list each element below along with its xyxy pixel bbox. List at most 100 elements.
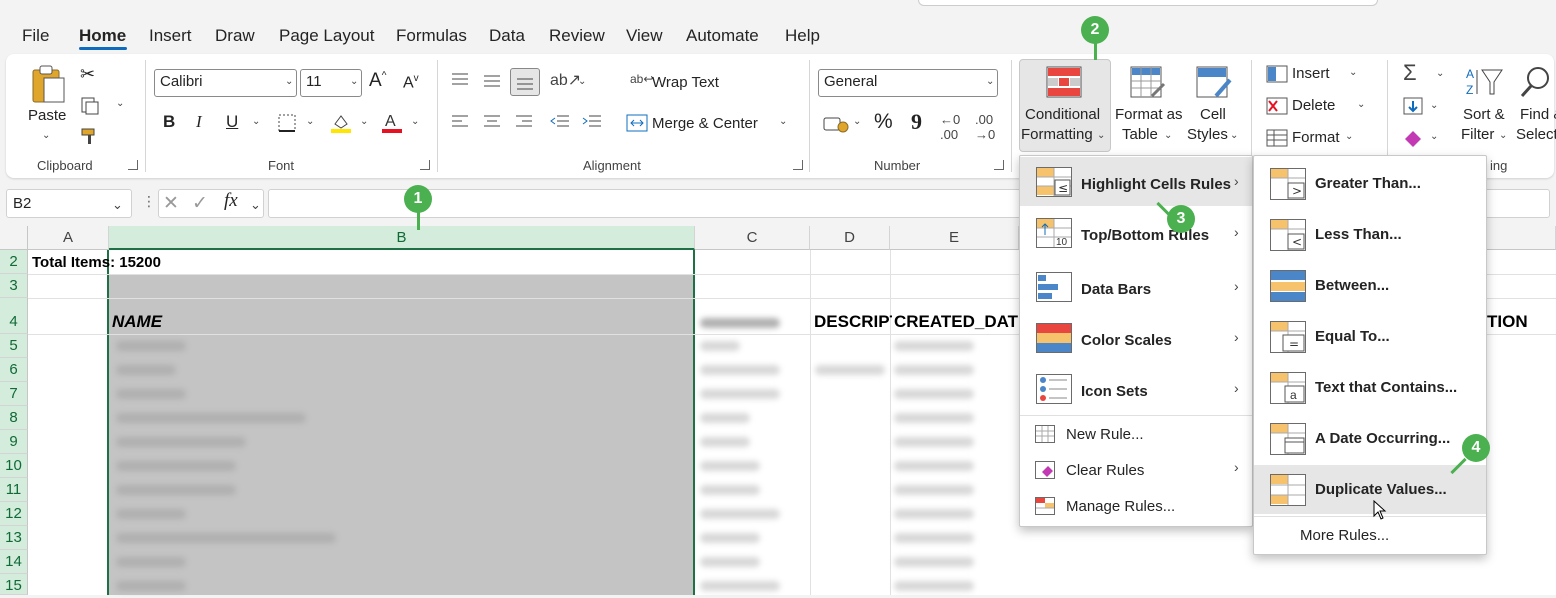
row-header[interactable]: 3 — [0, 274, 28, 298]
menu-item-between[interactable]: Between... — [1315, 277, 1389, 294]
tab-page-layout[interactable]: Page Layout — [279, 26, 374, 46]
font-color-icon[interactable]: A — [381, 110, 403, 139]
tab-data[interactable]: Data — [489, 26, 525, 46]
menu-item-data-bars[interactable]: Data Bars — [1081, 281, 1151, 298]
delete-button[interactable]: Delete — [1292, 97, 1335, 114]
decrease-indent-icon[interactable] — [549, 114, 571, 135]
underline-button[interactable]: U — [226, 112, 238, 132]
chevron-down-icon[interactable]: ⌄ — [360, 116, 368, 127]
more-options-icon[interactable]: ⋮ — [142, 193, 156, 210]
menu-item-less-than[interactable]: Less Than... — [1315, 226, 1402, 243]
percent-button[interactable]: % — [874, 110, 893, 134]
row-header[interactable]: 8 — [0, 406, 28, 430]
tab-formulas[interactable]: Formulas — [396, 26, 467, 46]
menu-item-text-contains[interactable]: Text that Contains... — [1315, 379, 1457, 396]
font-name-select[interactable]: Calibri — [154, 69, 297, 97]
enter-icon[interactable]: ✓ — [192, 192, 208, 215]
tab-view[interactable]: View — [626, 26, 663, 46]
cut-icon[interactable]: ✂ — [80, 64, 95, 85]
cancel-icon[interactable]: ✕ — [163, 192, 179, 215]
align-middle-icon[interactable] — [482, 72, 502, 93]
font-launcher-icon[interactable] — [420, 160, 430, 170]
merge-center-button[interactable]: Merge & Center — [652, 115, 758, 132]
menu-item-icon-sets[interactable]: Icon Sets — [1081, 383, 1148, 400]
row-header[interactable]: 5 — [0, 334, 28, 358]
increase-indent-icon[interactable] — [581, 114, 603, 135]
row-header[interactable]: 11 — [0, 478, 28, 502]
row-header[interactable]: 14 — [0, 550, 28, 574]
menu-item-highlight-cells-rules[interactable]: Highlight Cells Rules — [1081, 176, 1231, 193]
align-right-icon[interactable] — [514, 114, 534, 135]
border-icon[interactable] — [277, 113, 297, 138]
chevron-down-icon[interactable]: ⌄ — [112, 197, 123, 213]
paste-button[interactable]: Paste — [28, 107, 66, 124]
alignment-launcher-icon[interactable] — [793, 160, 803, 170]
row-header[interactable]: 7 — [0, 382, 28, 406]
row-header[interactable]: 15 — [0, 574, 28, 595]
autosum-icon[interactable]: Σ — [1403, 60, 1417, 86]
row-header[interactable]: 6 — [0, 358, 28, 382]
tab-draw[interactable]: Draw — [215, 26, 255, 46]
chevron-down-icon[interactable]: ⌄ — [578, 76, 586, 87]
sort-filter-label-2[interactable]: Filter — [1461, 126, 1494, 143]
chevron-down-icon[interactable]: ⌄ — [252, 116, 260, 127]
col-header-c[interactable]: C — [695, 226, 810, 250]
comma-style-button[interactable]: 9 — [911, 109, 922, 135]
menu-item-color-scales[interactable]: Color Scales — [1081, 332, 1172, 349]
chevron-down-icon[interactable]: ⌄ — [1430, 100, 1438, 111]
align-top-icon[interactable] — [450, 72, 470, 93]
tab-home[interactable]: Home — [79, 26, 126, 46]
row-header[interactable]: 4 — [0, 298, 28, 334]
chevron-down-icon[interactable]: ⌄ — [779, 116, 787, 127]
clear-icon[interactable] — [1403, 129, 1423, 152]
paste-icon[interactable] — [30, 64, 66, 109]
menu-item-manage-rules[interactable]: Manage Rules... — [1066, 498, 1175, 515]
increase-decimal-icon[interactable]: ←0.00 — [940, 112, 960, 142]
chevron-down-icon[interactable]: ⌄ — [116, 98, 124, 109]
tab-insert[interactable]: Insert — [149, 26, 192, 46]
find-select-label-2[interactable]: Select — [1516, 126, 1556, 143]
row-header[interactable]: 9 — [0, 430, 28, 454]
find-select-label-1[interactable]: Find & — [1520, 106, 1556, 123]
decrease-font-icon[interactable]: Av — [403, 73, 419, 92]
format-as-table-label-2[interactable]: Table — [1122, 126, 1158, 143]
cell-styles-label-2[interactable]: Styles — [1187, 126, 1228, 143]
align-left-icon[interactable] — [450, 114, 470, 135]
format-as-table-label-1[interactable]: Format as — [1115, 106, 1183, 123]
bold-button[interactable]: B — [163, 112, 175, 132]
row-header[interactable]: 2 — [0, 250, 28, 274]
orientation-icon[interactable]: ab↗ — [550, 70, 581, 90]
menu-item-date-occurring[interactable]: A Date Occurring... — [1315, 430, 1450, 447]
fill-icon[interactable] — [1403, 97, 1423, 120]
chevron-down-icon[interactable]: ⌄ — [1349, 67, 1357, 78]
tab-review[interactable]: Review — [549, 26, 605, 46]
menu-item-duplicate-values[interactable]: Duplicate Values... — [1315, 481, 1447, 498]
format-painter-icon[interactable] — [80, 126, 100, 151]
chevron-down-icon[interactable]: ⌄ — [1436, 68, 1444, 79]
chevron-down-icon[interactable]: ⌄ — [1345, 131, 1353, 142]
fill-color-icon[interactable] — [330, 112, 352, 139]
insert-function-button[interactable]: fx — [224, 190, 238, 212]
clipboard-launcher-icon[interactable] — [128, 160, 138, 170]
align-bottom-icon[interactable] — [510, 68, 540, 96]
chevron-down-icon[interactable]: ⌄ — [1357, 99, 1365, 110]
chevron-down-icon[interactable]: ⌄ — [306, 116, 314, 127]
number-format-select[interactable]: General — [818, 69, 998, 97]
cell-styles-label-1[interactable]: Cell — [1200, 106, 1226, 123]
wrap-text-button[interactable]: Wrap Text — [652, 74, 719, 91]
format-button[interactable]: Format — [1292, 129, 1340, 146]
col-header-d[interactable]: D — [810, 226, 890, 250]
row-header[interactable]: 12 — [0, 502, 28, 526]
row-header[interactable]: 10 — [0, 454, 28, 478]
menu-item-new-rule[interactable]: New Rule... — [1066, 426, 1144, 443]
col-header-e[interactable]: E — [890, 226, 1019, 250]
menu-item-greater-than[interactable]: Greater Than... — [1315, 175, 1421, 192]
italic-button[interactable]: I — [196, 112, 202, 132]
col-header-b[interactable]: B — [109, 226, 695, 250]
menu-item-equal-to[interactable]: Equal To... — [1315, 328, 1390, 345]
search-box[interactable] — [918, 0, 1378, 6]
col-header-a[interactable]: A — [28, 226, 109, 250]
increase-font-icon[interactable]: A^ — [369, 70, 386, 92]
number-launcher-icon[interactable] — [994, 160, 1004, 170]
chevron-down-icon[interactable]: ⌄ — [1430, 131, 1438, 142]
